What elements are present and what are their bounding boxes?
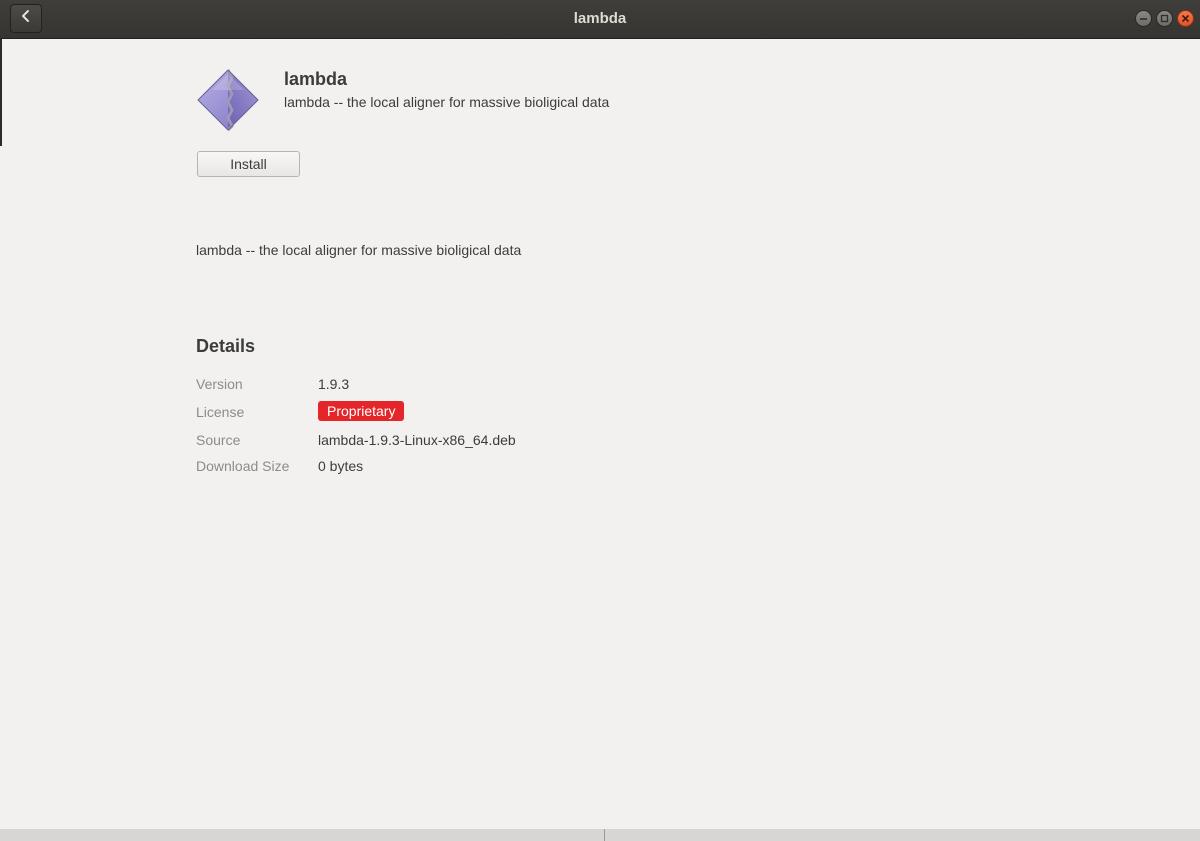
window-title: lambda xyxy=(573,10,627,27)
download-size-label: Download Size xyxy=(196,458,290,474)
back-button[interactable] xyxy=(10,4,42,33)
app-name: lambda xyxy=(284,69,348,89)
install-button[interactable]: Install xyxy=(197,151,300,177)
license-label: License xyxy=(196,404,245,420)
close-icon xyxy=(1181,10,1190,28)
download-size-value: 0 bytes xyxy=(318,458,364,474)
maximize-icon xyxy=(1160,10,1169,28)
chevron-left-icon xyxy=(20,9,32,28)
app-summary: lambda -- the local aligner for massive … xyxy=(284,94,610,110)
minimize-icon xyxy=(1139,10,1148,28)
software-window: lambda lambda lambda -- the local aligne… xyxy=(0,0,1200,829)
minimize-button[interactable] xyxy=(1135,10,1152,27)
source-label: Source xyxy=(196,432,241,448)
window-controls xyxy=(1135,10,1194,27)
background-divider xyxy=(604,829,605,841)
license-badge[interactable]: Proprietary xyxy=(318,401,405,421)
background-window-strip xyxy=(0,829,1200,841)
version-label: Version xyxy=(196,376,243,392)
title-bar: lambda xyxy=(0,0,1200,39)
details-heading: Details xyxy=(196,336,256,356)
package-diamond-icon xyxy=(196,68,260,132)
app-description: lambda -- the local aligner for massive … xyxy=(196,242,522,258)
version-value: 1.9.3 xyxy=(318,376,350,392)
maximize-button[interactable] xyxy=(1156,10,1173,27)
app-details-page: lambda lambda -- the local aligner for m… xyxy=(0,39,1200,829)
close-button[interactable] xyxy=(1177,10,1194,27)
source-value: lambda-1.9.3-Linux-x86_64.deb xyxy=(318,432,516,448)
